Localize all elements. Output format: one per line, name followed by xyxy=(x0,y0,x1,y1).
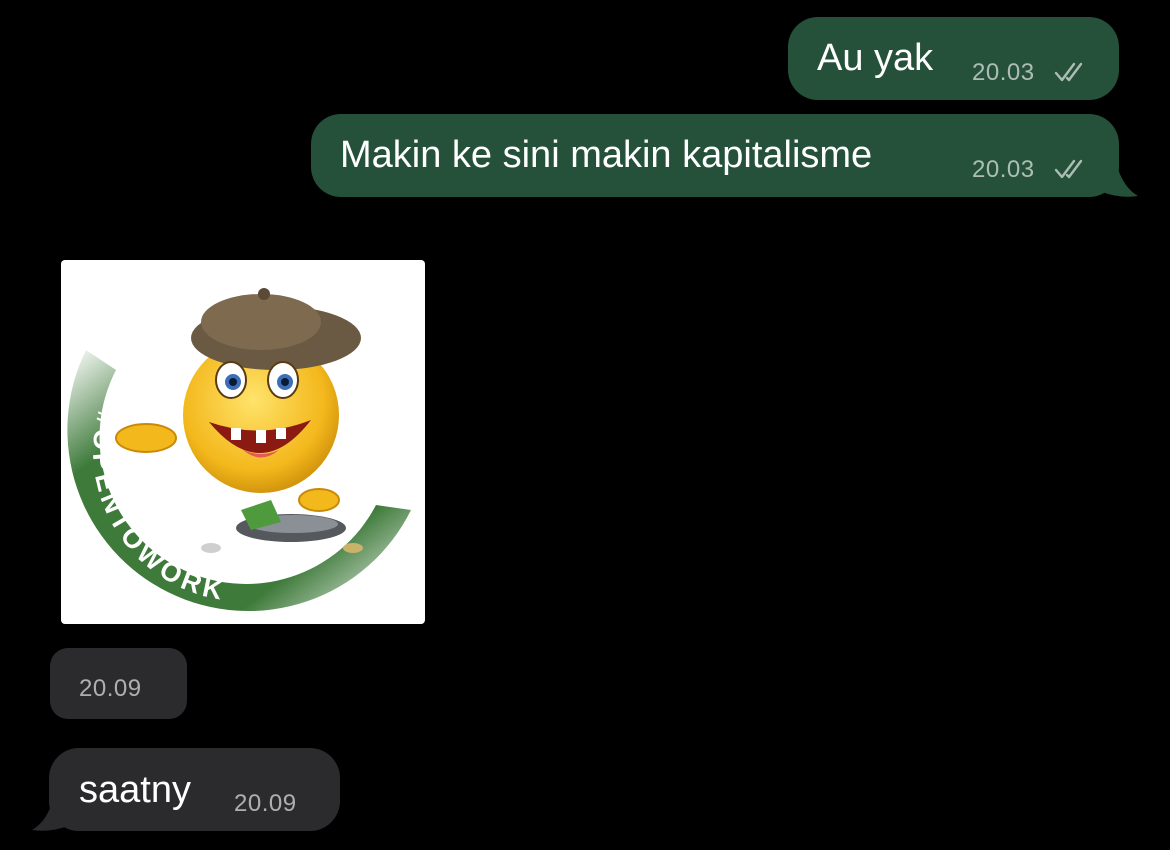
message-time: 20.09 xyxy=(234,790,297,817)
message-text: Au yak xyxy=(817,37,934,79)
outgoing-message-bubble[interactable]: Au yak 20.03 xyxy=(788,17,1119,100)
message-text: Makin ke sini makin kapitalisme xyxy=(340,134,873,176)
opentowork-sticker-graphic: #OPENTOWORK xyxy=(67,288,411,612)
incoming-message-bubble[interactable]: saatny 20.09 xyxy=(49,748,340,831)
outgoing-bubble-tail xyxy=(1096,150,1138,197)
message-time: 20.03 xyxy=(972,59,1035,86)
incoming-bubble-tail xyxy=(32,784,74,831)
outgoing-message-bubble[interactable]: Makin ke sini makin kapitalisme 20.03 xyxy=(311,114,1119,197)
read-double-check-icon xyxy=(1054,159,1083,179)
message-time: 20.09 xyxy=(79,675,142,702)
sticker-image[interactable]: #OPENTOWORK xyxy=(61,260,425,624)
message-text: saatny xyxy=(79,769,191,811)
message-time: 20.03 xyxy=(972,156,1035,183)
read-double-check-icon xyxy=(1054,62,1083,82)
sticker-time-badge: 20.09 xyxy=(50,648,187,719)
